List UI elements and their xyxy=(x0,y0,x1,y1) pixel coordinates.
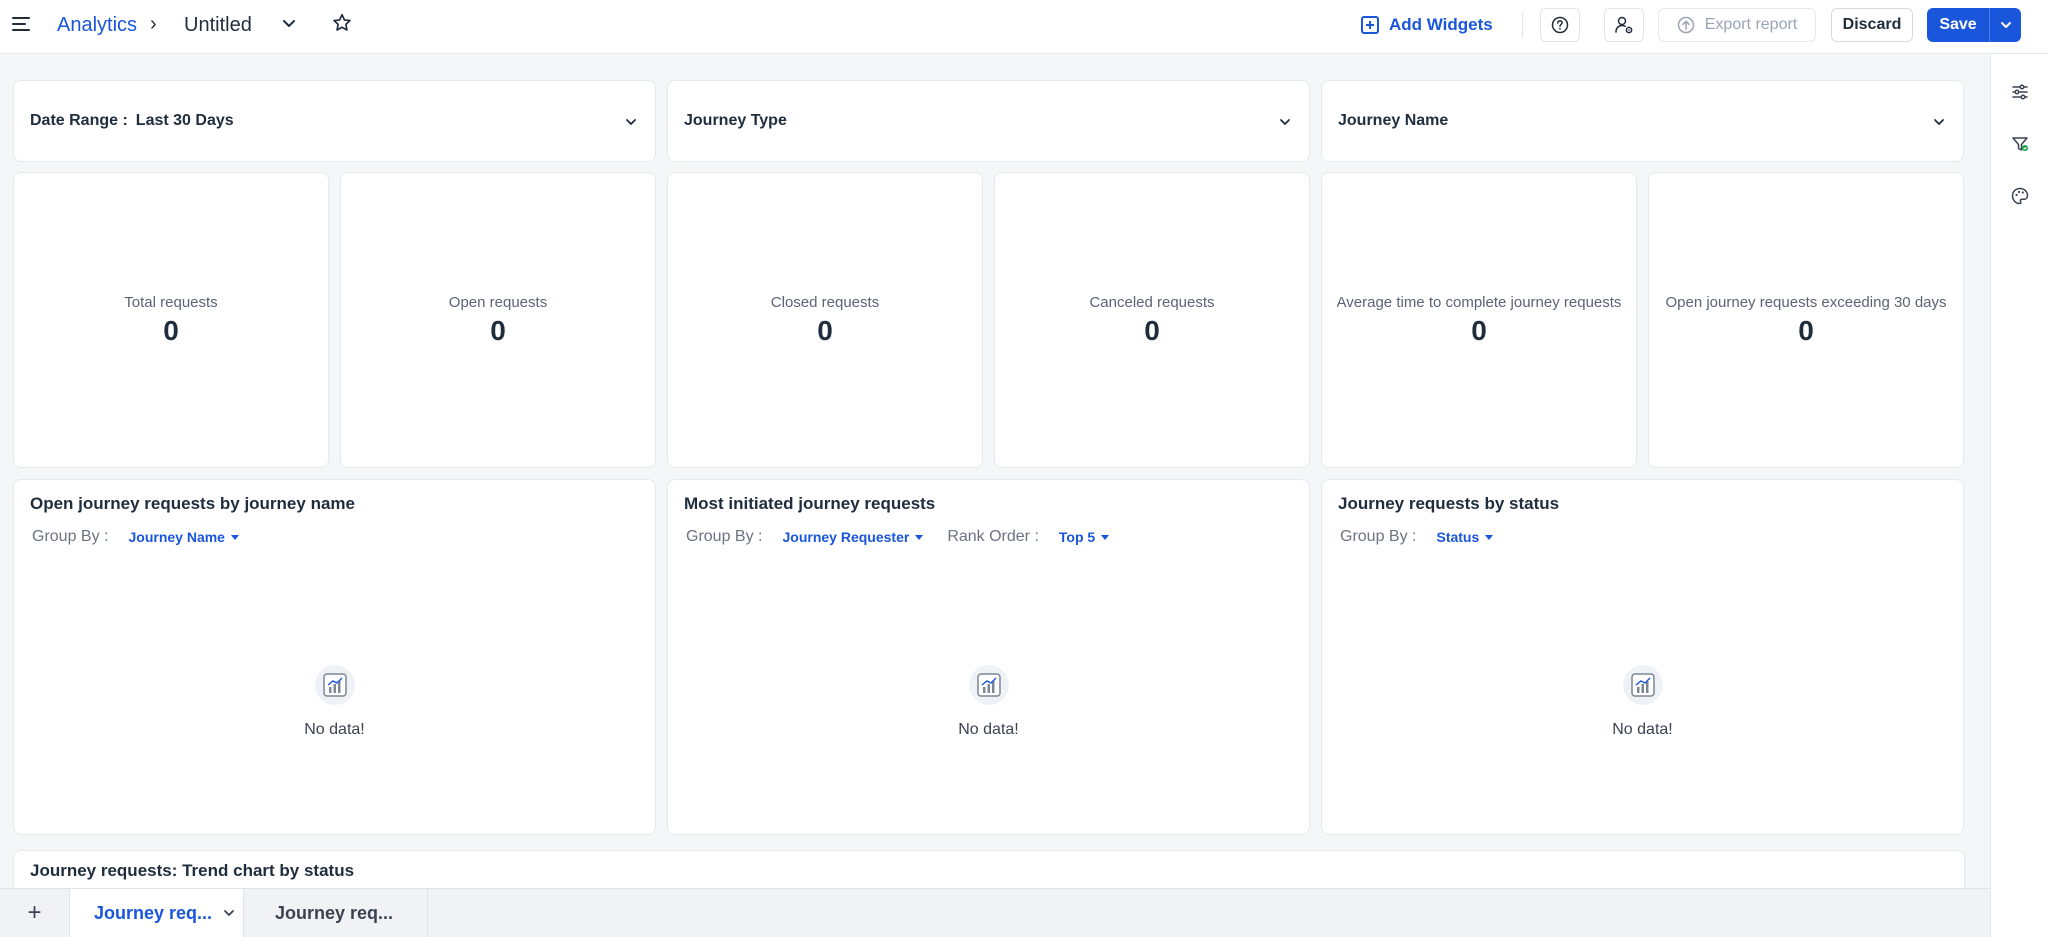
filter-label: Journey Type xyxy=(684,112,787,129)
kpi-value: 0 xyxy=(1471,314,1487,346)
filter-label: Journey Name xyxy=(1338,112,1449,129)
sheet-tab-bar: + Journey req... Journey req... xyxy=(0,888,1990,937)
kpi-label: Open requests xyxy=(448,293,548,311)
kpi-label: Average time to complete journey request… xyxy=(1336,293,1622,311)
filter-label: Date Range : xyxy=(30,112,128,129)
kpi-label: Canceled requests xyxy=(1089,293,1215,311)
empty-state-text: No data! xyxy=(1612,721,1673,738)
group-by-value: Status xyxy=(1436,529,1480,545)
filters-sliders-icon[interactable] xyxy=(2008,80,2032,104)
hamburger-menu-icon[interactable] xyxy=(12,13,34,35)
report-title[interactable]: Untitled xyxy=(184,14,252,37)
kpi-value: 0 xyxy=(163,314,179,346)
chart-icon xyxy=(1622,665,1663,705)
empty-state: No data! xyxy=(668,665,1309,739)
export-report-button[interactable]: Export report xyxy=(1658,8,1816,42)
kpi-card-open-requests[interactable]: Open requests 0 xyxy=(340,172,656,468)
widget-title: Open journey requests by journey name xyxy=(30,494,355,513)
chevron-down-icon[interactable] xyxy=(280,14,298,32)
add-widgets-button[interactable]: Add Widgets xyxy=(1361,12,1493,38)
widget-controls: Group By : Journey Requester Rank Order … xyxy=(686,528,1133,546)
kpi-value: 0 xyxy=(490,314,506,346)
empty-state-text: No data! xyxy=(304,721,365,738)
chevron-down-icon xyxy=(1934,119,1944,125)
kpi-label: Open journey requests exceeding 30 days xyxy=(1665,293,1947,311)
help-circle-icon xyxy=(1551,16,1569,34)
widget-title: Most initiated journey requests xyxy=(684,494,936,513)
top-bar: Analytics › Untitled Add Widgets Export … xyxy=(0,0,2048,54)
chart-icon xyxy=(968,665,1009,705)
empty-state: No data! xyxy=(14,665,655,739)
kpi-card-closed-requests[interactable]: Closed requests 0 xyxy=(667,172,983,468)
sheet-tab[interactable]: Journey req... xyxy=(244,889,428,937)
help-button[interactable] xyxy=(1540,8,1580,42)
group-by-dropdown[interactable]: Journey Requester xyxy=(782,529,924,545)
journey-type-filter[interactable]: Journey Type xyxy=(667,80,1310,162)
breadcrumb-analytics-link[interactable]: Analytics xyxy=(57,14,137,37)
add-tab-button[interactable]: + xyxy=(0,889,70,937)
sheet-tab-active[interactable]: Journey req... xyxy=(70,889,244,937)
chevron-down-icon xyxy=(626,119,636,125)
kpi-card-open-exceeding-30-days[interactable]: Open journey requests exceeding 30 days … xyxy=(1648,172,1964,468)
rank-order-label: Rank Order : xyxy=(947,528,1039,545)
filter-value: Last 30 Days xyxy=(135,112,234,129)
breadcrumb-separator: › xyxy=(150,13,157,35)
kpi-label: Closed requests xyxy=(770,293,880,311)
group-by-dropdown[interactable]: Journey Name xyxy=(128,529,239,545)
widget-controls: Group By : Status xyxy=(1340,528,1517,546)
widget-requests-by-status: Journey requests by status Group By : St… xyxy=(1321,479,1964,835)
kpi-card-average-completion-time[interactable]: Average time to complete journey request… xyxy=(1321,172,1637,468)
toolbar-divider xyxy=(1522,12,1523,38)
group-by-value: Journey Name xyxy=(128,529,225,545)
caret-down-icon xyxy=(1485,534,1494,540)
rank-order-dropdown[interactable]: Top 5 xyxy=(1058,529,1110,545)
tab-label: Journey req... xyxy=(275,902,394,923)
add-widgets-label: Add Widgets xyxy=(1389,15,1493,34)
widget-open-requests-by-journey-name: Open journey requests by journey name Gr… xyxy=(13,479,656,835)
date-range-filter[interactable]: Date Range : Last 30 Days xyxy=(13,80,656,162)
share-access-button[interactable] xyxy=(1604,8,1644,42)
save-label: Save xyxy=(1939,16,1977,33)
group-by-value: Journey Requester xyxy=(782,529,910,545)
user-settings-icon xyxy=(1615,16,1633,34)
empty-state-text: No data! xyxy=(958,721,1019,738)
discard-button[interactable]: Discard xyxy=(1831,8,1913,42)
kpi-value: 0 xyxy=(817,314,833,346)
kpi-value: 0 xyxy=(1798,314,1814,346)
chart-icon xyxy=(314,665,355,705)
caret-down-icon xyxy=(915,534,924,540)
kpi-card-total-requests[interactable]: Total requests 0 xyxy=(13,172,329,468)
caret-down-icon xyxy=(1101,534,1110,540)
palette-icon[interactable] xyxy=(2008,184,2032,208)
caret-down-icon xyxy=(230,534,239,540)
chevron-down-icon xyxy=(1280,119,1290,125)
group-by-dropdown[interactable]: Status xyxy=(1436,529,1494,545)
group-by-label: Group By : xyxy=(686,528,763,545)
save-button[interactable]: Save xyxy=(1927,8,2021,42)
right-tool-rail xyxy=(1990,54,2048,937)
kpi-value: 0 xyxy=(1144,314,1160,346)
export-report-label: Export report xyxy=(1704,16,1798,33)
filter-funnel-icon[interactable] xyxy=(2008,132,2032,156)
plus-square-icon xyxy=(1361,16,1379,34)
kpi-label: Total requests xyxy=(124,293,218,311)
kpi-card-canceled-requests[interactable]: Canceled requests 0 xyxy=(994,172,1310,468)
widget-controls: Group By : Journey Name xyxy=(32,528,263,546)
widget-most-initiated-requests: Most initiated journey requests Group By… xyxy=(667,479,1310,835)
rank-order-value: Top 5 xyxy=(1058,529,1096,545)
tab-label: Journey req... xyxy=(94,902,213,923)
save-options-chevron-icon[interactable] xyxy=(1990,18,2021,32)
upload-circle-icon xyxy=(1677,16,1694,34)
group-by-label: Group By : xyxy=(1340,528,1417,545)
empty-state: No data! xyxy=(1322,665,1963,739)
report-canvas: Date Range : Last 30 Days Journey Type J… xyxy=(0,54,1990,888)
widget-title: Journey requests: Trend chart by status xyxy=(30,861,355,880)
group-by-label: Group By : xyxy=(32,528,109,545)
star-icon[interactable] xyxy=(331,12,353,34)
analytics-app: Analytics › Untitled Add Widgets Export … xyxy=(0,0,2048,937)
widget-title: Journey requests by status xyxy=(1338,494,1560,513)
chevron-down-icon[interactable] xyxy=(221,905,237,921)
widget-trend-chart-by-status: Journey requests: Trend chart by status xyxy=(13,850,1965,888)
journey-name-filter[interactable]: Journey Name xyxy=(1321,80,1964,162)
